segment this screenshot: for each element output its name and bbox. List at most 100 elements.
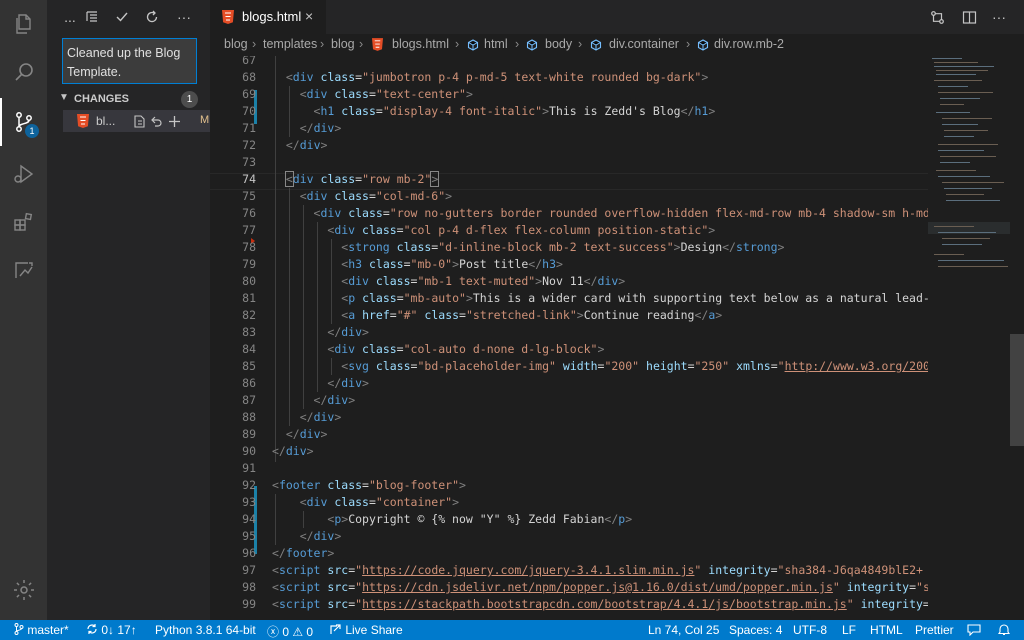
symbol-cube-icon bbox=[590, 39, 602, 51]
refresh-icon[interactable] bbox=[143, 8, 161, 26]
code-line: <div class="text-center"> bbox=[299, 87, 473, 101]
extensions-icon[interactable] bbox=[0, 198, 47, 246]
breadcrumb-item[interactable]: body bbox=[545, 37, 572, 51]
settings-gear-icon[interactable] bbox=[0, 566, 47, 614]
line-number: 76 bbox=[242, 206, 256, 220]
code-line: <strong class="d-inline-block mb-2 text-… bbox=[341, 240, 785, 254]
encoding-status[interactable]: UTF-8 bbox=[793, 623, 827, 637]
breadcrumb-separator: › bbox=[455, 37, 460, 51]
search-icon[interactable] bbox=[0, 48, 47, 96]
code-line: <div class="row mb-2"> bbox=[284, 171, 440, 187]
breadcrumb-item[interactable]: blog bbox=[331, 37, 355, 51]
line-number: 89 bbox=[242, 427, 256, 441]
scrollbar-thumb[interactable] bbox=[1010, 334, 1024, 446]
tab-blogs-html[interactable]: blogs.html × bbox=[210, 0, 326, 34]
scm-toolbar: ... ··· bbox=[47, 0, 210, 34]
breadcrumb-item[interactable]: blog bbox=[224, 37, 248, 51]
code-content[interactable]: <div class="jumbotron p-4 p-md-5 text-wh… bbox=[272, 56, 928, 620]
line-number: 73 bbox=[242, 155, 256, 169]
code-line: </div> bbox=[285, 138, 328, 152]
code-editor[interactable]: 67 68 69 70 71 72 73 74 75 76 77 78 79 8… bbox=[210, 56, 928, 620]
split-editor-icon[interactable] bbox=[960, 8, 978, 26]
line-number: 67 bbox=[242, 56, 256, 67]
line-number: 97 bbox=[242, 563, 256, 577]
indentation-status[interactable]: Spaces: 4 bbox=[729, 623, 782, 637]
line-number: 84 bbox=[242, 342, 256, 356]
code-line: </footer> bbox=[272, 546, 335, 560]
more-views-button[interactable]: ... bbox=[61, 8, 79, 26]
line-number: 95 bbox=[242, 529, 256, 543]
branch-status[interactable]: master* bbox=[14, 623, 69, 637]
line-number: 70 bbox=[242, 104, 256, 118]
line-number: 93 bbox=[242, 495, 256, 509]
line-number: 94 bbox=[242, 512, 256, 526]
breadcrumb-item[interactable]: templates bbox=[263, 37, 317, 51]
feedback-icon[interactable] bbox=[967, 623, 981, 639]
symbol-cube-icon bbox=[697, 39, 709, 51]
code-line: <div class="row no-gutters border rounde… bbox=[313, 206, 928, 220]
code-line: </div> bbox=[285, 427, 328, 441]
line-number: 74 bbox=[242, 172, 256, 186]
line-number: 78 bbox=[242, 240, 256, 254]
code-line: <a href="#" class="stretched-link">Conti… bbox=[341, 308, 723, 322]
code-line: </div> bbox=[299, 410, 342, 424]
breadcrumb-item[interactable]: div.container bbox=[609, 37, 679, 51]
changes-section-header[interactable]: ▼ CHANGES 1 bbox=[47, 90, 210, 110]
view-tree-icon[interactable] bbox=[83, 8, 101, 26]
source-control-icon[interactable]: 1 bbox=[0, 98, 47, 146]
remote-explorer-icon[interactable] bbox=[0, 246, 47, 294]
commit-message-input[interactable]: Cleaned up the Blog Template. bbox=[62, 38, 197, 84]
discard-changes-icon[interactable] bbox=[149, 113, 163, 129]
language-mode[interactable]: HTML bbox=[870, 623, 903, 637]
code-line: <div class="mb-1 text-muted">Nov 11</div… bbox=[341, 274, 626, 288]
breadcrumb-item[interactable]: blogs.html bbox=[392, 37, 449, 51]
line-number: 86 bbox=[242, 376, 256, 390]
eol-status[interactable]: LF bbox=[842, 623, 856, 637]
breadcrumb-item[interactable]: html bbox=[484, 37, 508, 51]
line-number: 83 bbox=[242, 325, 256, 339]
breadcrumb-separator: › bbox=[320, 37, 325, 51]
source-control-sidebar: ... ··· Cleaned up the Blog Template. ▼ … bbox=[47, 0, 210, 620]
live-share-button[interactable]: Live Share bbox=[330, 623, 403, 637]
line-number: 88 bbox=[242, 410, 256, 424]
code-line: <footer class="blog-footer"> bbox=[272, 478, 466, 492]
minimap[interactable] bbox=[928, 56, 1010, 620]
code-line: <p class="mb-auto">This is a wider card … bbox=[341, 291, 928, 305]
more-editor-actions-button[interactable]: ··· bbox=[990, 8, 1008, 26]
chevron-down-icon: ▼ bbox=[59, 92, 69, 103]
python-interpreter[interactable]: Python 3.8.1 64-bit bbox=[155, 623, 256, 637]
stage-changes-icon[interactable] bbox=[167, 113, 181, 129]
git-branch-icon bbox=[14, 623, 24, 635]
explorer-icon[interactable] bbox=[0, 0, 47, 48]
line-number: 69 bbox=[242, 87, 256, 101]
line-number: 75 bbox=[242, 189, 256, 203]
close-tab-button[interactable]: × bbox=[305, 8, 313, 24]
code-line: <div class="col-md-6"> bbox=[299, 189, 453, 203]
code-line: <script src="https://stackpath.bootstrap… bbox=[272, 597, 928, 611]
commit-check-icon[interactable] bbox=[113, 8, 131, 26]
breadcrumb-separator: › bbox=[515, 37, 520, 51]
open-file-icon[interactable] bbox=[132, 113, 146, 129]
line-number: 99 bbox=[242, 597, 256, 611]
cursor-position[interactable]: Ln 74, Col 25 bbox=[648, 623, 719, 637]
code-line: <div class="jumbotron p-4 p-md-5 text-wh… bbox=[285, 70, 709, 84]
line-number: 80 bbox=[242, 274, 256, 288]
code-line: <script src="https://code.jquery.com/jqu… bbox=[272, 563, 923, 577]
open-changes-icon[interactable] bbox=[928, 8, 946, 26]
run-debug-icon[interactable] bbox=[0, 150, 47, 198]
notifications-bell-icon[interactable] bbox=[997, 623, 1011, 639]
code-line: <p>Copyright © {% now "Y" %} Zedd Fabian… bbox=[327, 512, 633, 526]
line-number: 81 bbox=[242, 291, 256, 305]
prettier-status[interactable]: Prettier bbox=[915, 623, 954, 637]
modified-status: M bbox=[200, 114, 210, 126]
breadcrumb-item[interactable]: div.row.mb-2 bbox=[714, 37, 784, 51]
more-actions-button[interactable]: ··· bbox=[175, 8, 193, 26]
sync-status[interactable]: 0↓ 17↑ bbox=[86, 623, 137, 637]
problems-status[interactable]: ⓧ 0 ⚠ 0 bbox=[267, 623, 313, 640]
changed-file-row[interactable]: bl... M bbox=[63, 110, 210, 132]
sync-icon bbox=[87, 624, 97, 634]
line-number: 91 bbox=[242, 461, 256, 475]
live-share-icon bbox=[330, 624, 341, 634]
